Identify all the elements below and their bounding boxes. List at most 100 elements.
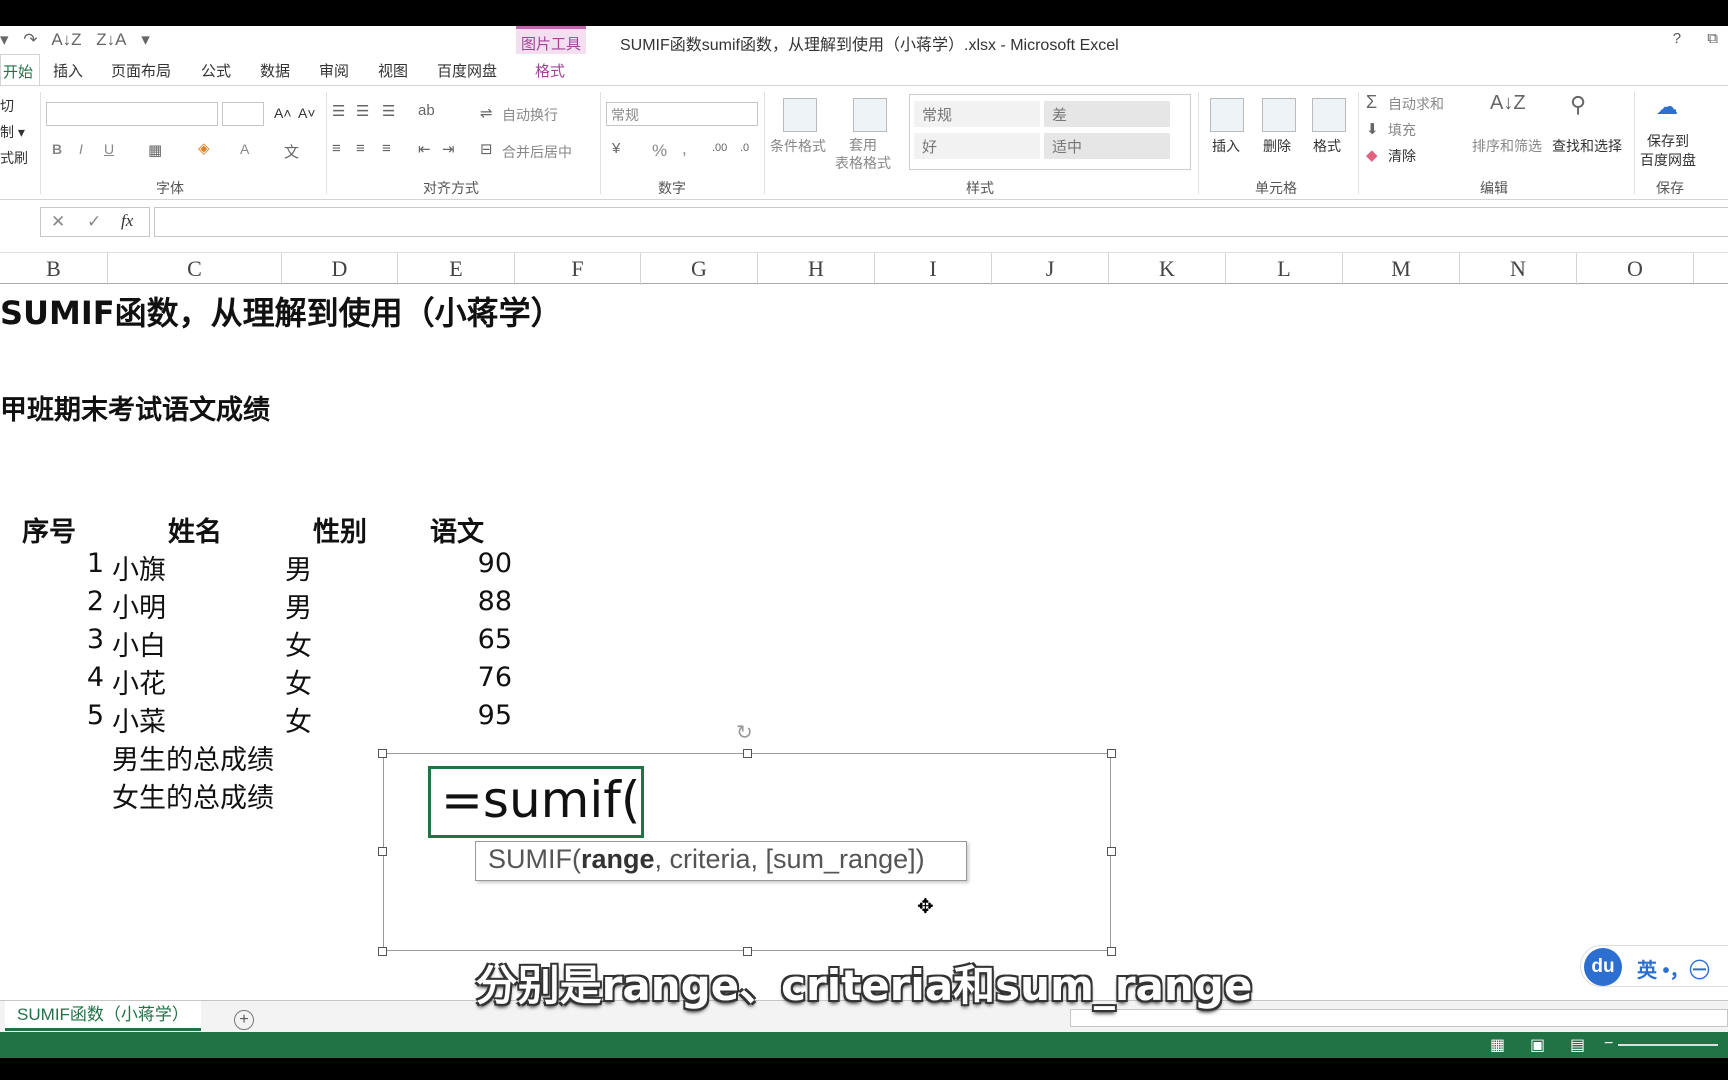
sheet-title[interactable]: SUMIF函数，从理解到使用（小蒋学） (0, 288, 563, 334)
column-header-f[interactable]: F (515, 253, 641, 285)
resize-handle-e[interactable] (1107, 847, 1116, 856)
column-header-k[interactable]: K (1109, 253, 1226, 285)
undo-dropdown-icon[interactable]: ▾ (0, 30, 9, 49)
borders-icon[interactable]: ▦ (148, 141, 162, 159)
number-format-select[interactable]: 常规 (606, 102, 758, 126)
page-break-view-icon[interactable]: ▤ (1570, 1035, 1585, 1055)
increase-decimal-icon[interactable]: .00 (712, 142, 727, 154)
add-sheet-icon[interactable]: + (234, 1010, 254, 1030)
align-top-icon[interactable]: ☰ (332, 102, 345, 120)
percent-button[interactable]: % (652, 141, 667, 161)
grow-font-button[interactable]: A˄ (274, 105, 292, 121)
sort-filter-icon[interactable]: A↓Z (1490, 92, 1526, 115)
baidu-cloud-icon[interactable]: ☁ (1656, 94, 1678, 120)
resize-handle-nw[interactable] (378, 749, 387, 758)
enter-icon[interactable]: ✓ (87, 212, 101, 232)
insert-function-icon[interactable]: fx (121, 211, 133, 231)
male-total-label[interactable]: 男生的总成绩 (112, 738, 274, 777)
formula-cell[interactable]: =sumif( (428, 766, 644, 838)
style-bad[interactable]: 差 (1044, 101, 1170, 127)
row3-score[interactable]: 65 (420, 624, 512, 655)
save-to-baidu-button[interactable]: 保存到 百度网盘 (1640, 132, 1696, 170)
align-middle-icon[interactable]: ☰ (356, 102, 369, 120)
insert-cells-button[interactable]: 插入 (1212, 136, 1240, 156)
cancel-icon[interactable]: ✕ (51, 212, 65, 232)
format-cells-button[interactable]: 格式 (1313, 136, 1341, 156)
tab-page-layout[interactable]: 页面布局 (111, 60, 171, 81)
column-header-g[interactable]: G (641, 253, 758, 285)
orientation-icon[interactable]: ab (418, 102, 435, 119)
rotate-handle-icon[interactable]: ↻ (736, 720, 753, 745)
format-as-table-button[interactable]: 套用 表格格式 (835, 136, 891, 172)
autosum-button[interactable]: 自动求和 (1388, 94, 1444, 114)
clear-icon[interactable]: ◆ (1366, 146, 1378, 164)
column-header-i[interactable]: I (875, 253, 992, 285)
header-no[interactable]: 序号 (22, 510, 76, 549)
insert-cells-icon[interactable] (1210, 98, 1244, 132)
sort-descending-icon[interactable]: Z↓A (96, 30, 126, 49)
find-select-button[interactable]: 查找和选择 (1552, 136, 1622, 156)
column-header-m[interactable]: M (1343, 253, 1460, 285)
row3-gender[interactable]: 女 (285, 624, 312, 663)
page-layout-view-icon[interactable]: ▣ (1530, 1035, 1545, 1055)
wrap-text-button[interactable]: 自动换行 (502, 105, 558, 125)
row5-name[interactable]: 小菜 (112, 700, 166, 739)
header-chinese[interactable]: 语文 (430, 510, 484, 549)
shrink-font-button[interactable]: A˅ (298, 105, 316, 121)
style-normal[interactable]: 常规 (914, 101, 1040, 127)
style-neutral[interactable]: 适中 (1044, 133, 1170, 159)
comma-button[interactable]: , (682, 139, 687, 159)
row5-gender[interactable]: 女 (285, 700, 312, 739)
help-icon[interactable]: ? (1673, 30, 1681, 47)
tab-insert[interactable]: 插入 (53, 60, 83, 81)
merge-center-button[interactable]: 合并后居中 (502, 142, 572, 162)
fill-icon[interactable]: ⬇ (1366, 120, 1379, 138)
resize-handle-n[interactable] (743, 749, 752, 758)
autosum-icon[interactable]: Σ (1366, 92, 1377, 113)
female-total-label[interactable]: 女生的总成绩 (112, 776, 274, 815)
clear-button[interactable]: 清除 (1388, 146, 1416, 166)
row2-score[interactable]: 88 (420, 586, 512, 617)
column-header-o[interactable]: O (1577, 253, 1694, 285)
format-cells-icon[interactable] (1312, 98, 1346, 132)
customize-qat-icon[interactable]: ▾ (141, 30, 150, 49)
format-painter-button[interactable]: 式刷 (0, 148, 28, 168)
cut-button[interactable]: 切 (0, 96, 14, 116)
header-name[interactable]: 姓名 (168, 510, 222, 549)
restore-icon[interactable]: ⧉ (1707, 30, 1718, 47)
align-center-icon[interactable]: ≡ (356, 140, 365, 157)
tooltip-arg-range[interactable]: range (581, 844, 655, 874)
conditional-format-button[interactable]: 条件格式 (770, 136, 826, 156)
accounting-format-icon[interactable]: ¥ (612, 140, 620, 157)
redo-icon[interactable]: ↷ (23, 30, 37, 49)
decrease-decimal-icon[interactable]: .0 (740, 142, 749, 154)
row3-no[interactable]: 3 (60, 624, 104, 655)
increase-indent-icon[interactable]: ⇥ (442, 140, 455, 158)
row4-score[interactable]: 76 (420, 662, 512, 693)
column-header-e[interactable]: E (398, 253, 515, 285)
column-header-b[interactable]: B (0, 253, 108, 285)
font-color-button[interactable]: A (240, 141, 249, 157)
zoom-slider[interactable] (1618, 1044, 1718, 1046)
decrease-indent-icon[interactable]: ⇤ (418, 140, 431, 158)
header-gender[interactable]: 性别 (313, 510, 367, 549)
conditional-format-icon[interactable] (783, 98, 817, 132)
bold-button[interactable]: B (52, 141, 62, 157)
font-size-select[interactable] (222, 102, 264, 126)
column-header-j[interactable]: J (992, 253, 1109, 285)
row2-gender[interactable]: 男 (285, 586, 312, 625)
zoom-out-icon[interactable]: − (1604, 1035, 1613, 1053)
tab-format[interactable]: 格式 (535, 60, 565, 81)
sort-ascending-icon[interactable]: A↓Z (51, 30, 81, 49)
column-header-n[interactable]: N (1460, 253, 1577, 285)
delete-cells-button[interactable]: 删除 (1263, 136, 1291, 156)
copy-button[interactable]: 制 ▾ (0, 122, 25, 142)
row4-gender[interactable]: 女 (285, 662, 312, 701)
row1-score[interactable]: 90 (420, 548, 512, 579)
format-as-table-icon[interactable] (853, 98, 887, 132)
normal-view-icon[interactable]: ▦ (1490, 1035, 1505, 1055)
style-good[interactable]: 好 (914, 133, 1040, 159)
row2-name[interactable]: 小明 (112, 586, 166, 625)
merge-center-icon[interactable]: ⊟ (480, 140, 493, 158)
row5-score[interactable]: 95 (420, 700, 512, 731)
